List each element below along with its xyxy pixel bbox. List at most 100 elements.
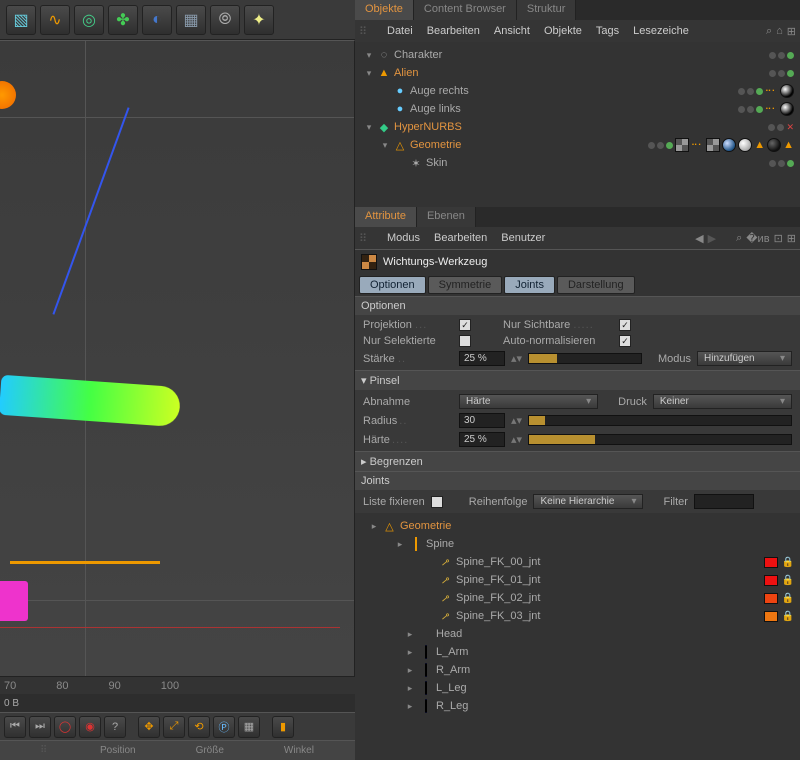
section-optionen[interactable]: Optionen (355, 296, 800, 315)
tag-ball-icon[interactable] (780, 84, 794, 98)
tool-subdiv[interactable]: ◎ (74, 5, 104, 35)
tag-white-icon[interactable] (738, 138, 752, 152)
am-bearbeiten[interactable]: Bearbeiten (434, 232, 487, 244)
search-icon[interactable]: ⌕ (736, 232, 742, 245)
subtab-symmetrie[interactable]: Symmetrie (428, 276, 503, 294)
tab-content-browser[interactable]: Content Browser (414, 0, 517, 20)
chk-nur-sichtbare[interactable] (619, 319, 631, 331)
tool-clover[interactable]: ✤ (108, 5, 138, 35)
subtab-darstellung[interactable]: Darstellung (557, 276, 635, 294)
expand-icon[interactable]: ▾ (364, 50, 374, 61)
tl-grid[interactable]: ▦ (238, 716, 260, 738)
tree-row[interactable]: ▾ ◌ Charakter (357, 46, 798, 64)
chk-nur-selektierte[interactable] (459, 335, 471, 347)
tag-dots-icon[interactable]: ⠒⠂ (691, 140, 704, 151)
slider-haerte[interactable] (528, 434, 792, 445)
select-reihenfolge[interactable]: Keine Hierarchie (533, 494, 643, 509)
tag-sky-icon[interactable] (722, 138, 736, 152)
joint-row[interactable]: ⊸Spine_FK_03_jnt🔒 (361, 607, 794, 625)
tree-row[interactable]: ▾ △ Geometrie⠒⠂▲▲ (357, 136, 798, 154)
tl-scale[interactable]: ⤢ (163, 716, 185, 738)
jh-root[interactable]: Geometrie (400, 520, 451, 532)
tl-next[interactable]: ⏭ (29, 716, 51, 738)
search-icon[interactable]: ⌕ (766, 25, 772, 38)
home-icon[interactable]: ⌂ (776, 25, 783, 38)
tool-path[interactable]: ∿ (40, 5, 70, 35)
om-bearbeiten[interactable]: Bearbeiten (427, 25, 480, 37)
tl-clip[interactable]: ▮ (272, 716, 294, 738)
new-icon[interactable]: ⊡ (774, 232, 783, 245)
joint-row[interactable]: ▸Spine (361, 535, 794, 553)
tag-dots-icon[interactable]: ⠒⠂ (765, 104, 778, 115)
tl-move[interactable]: ✥ (138, 716, 160, 738)
tag-tri-icon[interactable]: ▲ (754, 139, 765, 151)
joint-row[interactable]: ⊸Spine_FK_01_jnt🔒 (361, 571, 794, 589)
tool-floor[interactable]: ▦ (176, 5, 206, 35)
tl-prev[interactable]: ⏮ (4, 716, 26, 738)
tool-light[interactable]: ✦ (244, 5, 274, 35)
om-tags[interactable]: Tags (596, 25, 619, 37)
tl-param[interactable]: Ⓟ (213, 716, 235, 738)
chk-liste-fixieren[interactable] (431, 496, 443, 508)
tag-tex-icon[interactable] (706, 138, 720, 152)
input-staerke[interactable]: 25 % (459, 351, 505, 366)
tag-tex-icon[interactable] (675, 138, 689, 152)
tree-row[interactable]: ● Auge rechts⠒⠂ (357, 82, 798, 100)
expand-icon[interactable]: ▾ (364, 68, 374, 79)
joint-row[interactable]: ▸L_Arm (361, 643, 794, 661)
chk-auto-norm[interactable] (619, 335, 631, 347)
weight-swatch[interactable] (764, 557, 778, 568)
joint-row[interactable]: ▸Head (361, 625, 794, 643)
tab-struktur[interactable]: Struktur (517, 0, 577, 20)
input-haerte[interactable]: 25 % (459, 432, 505, 447)
tl-autokey[interactable]: ◉ (79, 716, 101, 738)
weight-swatch[interactable] (764, 611, 778, 622)
tool-cube[interactable]: ▧ (6, 5, 36, 35)
tag-ball-icon[interactable] (780, 102, 794, 116)
am-benutzer[interactable]: Benutzer (501, 232, 545, 244)
tool-link[interactable]: ⦾ (210, 5, 240, 35)
tool-bool[interactable]: ◐ (142, 5, 172, 35)
tree-row[interactable]: ▾ ▲ Alien (357, 64, 798, 82)
joint-row[interactable]: ▸R_Arm (361, 661, 794, 679)
viewport[interactable] (0, 40, 355, 676)
om-datei[interactable]: Datei (387, 25, 413, 37)
select-abnahme[interactable]: Härte (459, 394, 598, 409)
om-objekte[interactable]: Objekte (544, 25, 582, 37)
tag-dark-icon[interactable] (767, 138, 781, 152)
timeline-ruler[interactable]: 70 80 90 100 (0, 676, 355, 694)
expand-icon[interactable]: ▾ (380, 140, 390, 151)
lock-icon[interactable]: �ив (746, 232, 769, 245)
tl-record[interactable]: ◯ (54, 716, 76, 738)
nav-fwd-icon[interactable]: ▶ (708, 232, 716, 245)
joint-row[interactable]: ▸L_Leg (361, 679, 794, 697)
weight-swatch[interactable] (764, 575, 778, 586)
tab-ebenen[interactable]: Ebenen (417, 207, 476, 227)
section-joints[interactable]: Joints (355, 471, 800, 490)
lock-icon[interactable]: 🔒 (782, 611, 794, 622)
tl-key[interactable]: ? (104, 716, 126, 738)
section-begrenzen[interactable]: Begrenzen (355, 451, 800, 471)
tab-attribute[interactable]: Attribute (355, 207, 417, 227)
input-radius[interactable]: 30 (459, 413, 505, 428)
select-modus[interactable]: Hinzufügen (697, 351, 792, 366)
subtab-joints[interactable]: Joints (504, 276, 555, 294)
joint-row[interactable]: ▸R_Leg (361, 697, 794, 715)
subtab-optionen[interactable]: Optionen (359, 276, 426, 294)
tree-row[interactable]: ● Auge links⠒⠂ (357, 100, 798, 118)
lock-icon[interactable]: 🔒 (782, 593, 794, 604)
weight-swatch[interactable] (764, 593, 778, 604)
expand-icon[interactable]: ▾ (364, 122, 374, 133)
tab-objekte[interactable]: Objekte (355, 0, 414, 20)
eye-icon[interactable]: ⊞ (787, 25, 796, 38)
object-manager-tree[interactable]: ▾ ◌ Charakter ▾ ▲ Alien ● Auge rechts⠒⠂ … (355, 42, 800, 207)
tl-rot[interactable]: ⟲ (188, 716, 210, 738)
am-modus[interactable]: Modus (387, 232, 420, 244)
lock-icon[interactable]: 🔒 (782, 557, 794, 568)
section-pinsel[interactable]: Pinsel (355, 370, 800, 390)
lock-icon[interactable]: 🔒 (782, 575, 794, 586)
chk-projektion[interactable] (459, 319, 471, 331)
tag-dots-icon[interactable]: ⠒⠂ (765, 86, 778, 97)
nav-back-icon[interactable]: ◀ (695, 232, 703, 245)
joints-hierarchy[interactable]: ▸△Geometrie▸Spine⊸Spine_FK_00_jnt🔒⊸Spine… (355, 513, 800, 760)
